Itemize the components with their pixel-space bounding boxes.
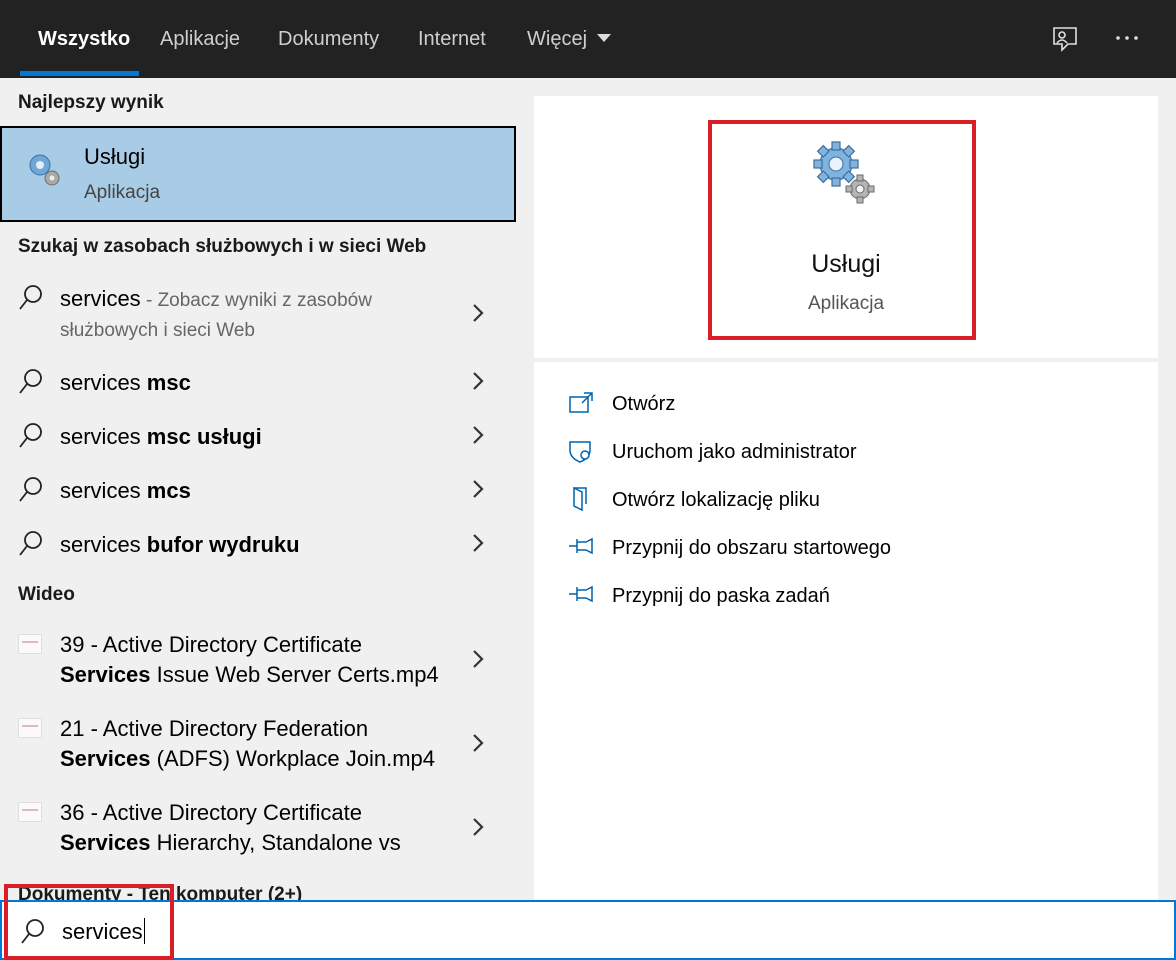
web-result-suggestion: bufor wydruku	[146, 532, 300, 557]
tab-apps[interactable]: Aplikacje	[160, 0, 240, 78]
tab-internet[interactable]: Internet	[418, 0, 486, 78]
divider	[534, 358, 1158, 362]
chevron-right-icon[interactable]	[470, 532, 486, 554]
best-match-header: Najlepszy wynik	[18, 92, 164, 113]
chevron-right-icon[interactable]	[470, 370, 486, 392]
chevron-right-icon[interactable]	[470, 732, 486, 754]
web-result-suggestion: msc usługi	[146, 424, 262, 449]
action-label: Uruchom jako administrator	[612, 441, 857, 463]
open-icon	[569, 392, 593, 413]
highlight-box	[708, 120, 976, 340]
video-title-keyword: Services	[60, 662, 151, 687]
web-result-query: services	[60, 370, 147, 395]
web-result-query: services	[60, 478, 147, 503]
video-title-keyword: Services	[60, 746, 151, 771]
web-result[interactable]: services msc usługi	[0, 420, 516, 464]
chevron-right-icon[interactable]	[470, 648, 486, 670]
chevron-right-icon[interactable]	[470, 478, 486, 500]
video-thumbnail	[18, 718, 42, 738]
action-label: Przypnij do paska zadań	[612, 585, 830, 607]
pin-start-icon	[569, 537, 593, 555]
feedback-icon[interactable]	[1050, 24, 1080, 54]
pin-taskbar-icon	[569, 585, 593, 603]
video-title-keyword: Services	[60, 830, 151, 855]
video-thumbnail	[18, 634, 42, 654]
best-match-item[interactable]: Usługi Aplikacja	[0, 126, 516, 222]
search-box[interactable]: services	[0, 900, 1176, 960]
best-match-title: Usługi	[84, 144, 146, 169]
action-label: Otwórz	[612, 393, 676, 415]
web-result-suggestion: mcs	[146, 478, 191, 503]
search-icon	[19, 423, 42, 448]
web-search-header: Szukaj w zasobach służbowych i w sieci W…	[18, 236, 427, 257]
results-panel: Najlepszy wynik Usługi Aplikacja Szukaj …	[0, 78, 516, 900]
video-title-line1: 21 - Active Directory Federation	[60, 716, 369, 741]
web-result[interactable]: services - Zobacz wyniki z zasobów służb…	[0, 274, 516, 352]
top-bar: Wszystko Aplikacje Dokumenty Internet Wi…	[0, 0, 1176, 78]
search-icon	[19, 285, 42, 310]
video-header: Wideo	[18, 584, 75, 605]
active-tab-indicator	[20, 71, 139, 76]
search-icon	[19, 369, 42, 394]
video-title-line2: Hierarchy, Standalone vs	[150, 830, 401, 855]
tab-all[interactable]: Wszystko	[38, 0, 130, 78]
web-result-hint-line2: służbowych i sieci Web	[60, 320, 256, 341]
best-match-subtitle: Aplikacja	[84, 182, 161, 203]
highlight-box	[4, 884, 174, 960]
services-gear-icon	[29, 154, 60, 186]
action-label: Przypnij do obszaru startowego	[612, 537, 892, 559]
video-title-line2: Issue Web Server Certs.mp4	[150, 662, 439, 687]
web-result-suggestion: msc	[146, 370, 191, 395]
tab-documents[interactable]: Dokumenty	[278, 0, 379, 78]
web-result[interactable]: services mcs	[0, 474, 516, 518]
search-icon	[19, 531, 42, 556]
preview-panel: Usługi Aplikacja Otwórz Uruchom jako adm…	[534, 96, 1158, 900]
tab-more[interactable]: Więcej	[527, 0, 612, 78]
web-result[interactable]: services bufor wydruku	[0, 528, 516, 572]
chevron-down-icon	[597, 34, 612, 42]
video-thumbnail	[18, 802, 42, 822]
chevron-right-icon[interactable]	[470, 302, 486, 324]
search-icon	[19, 477, 42, 502]
admin-shield-icon	[569, 441, 591, 463]
video-result[interactable]: 39 - Active Directory Certificate Servic…	[0, 626, 516, 700]
video-title-line1: 39 - Active Directory Certificate	[60, 632, 362, 657]
video-title-line2: (ADFS) Workplace Join.mp4	[150, 746, 435, 771]
video-result[interactable]: 21 - Active Directory Federation Service…	[0, 710, 516, 784]
web-result-query: services	[60, 532, 147, 557]
action-label: Otwórz lokalizację pliku	[612, 489, 820, 511]
web-result-query: services	[60, 286, 141, 311]
chevron-right-icon[interactable]	[470, 424, 486, 446]
file-location-icon	[573, 486, 587, 512]
video-title-line1: 36 - Active Directory Certificate	[60, 800, 362, 825]
more-options-icon[interactable]	[1113, 24, 1143, 54]
chevron-right-icon[interactable]	[470, 816, 486, 838]
web-result-hint: - Zobacz wyniki z zasobów	[140, 290, 372, 311]
video-result[interactable]: 36 - Active Directory Certificate Servic…	[0, 794, 516, 868]
web-result-query: services	[60, 424, 147, 449]
tab-more-label: Więcej	[527, 28, 588, 50]
web-result[interactable]: services msc	[0, 366, 516, 410]
